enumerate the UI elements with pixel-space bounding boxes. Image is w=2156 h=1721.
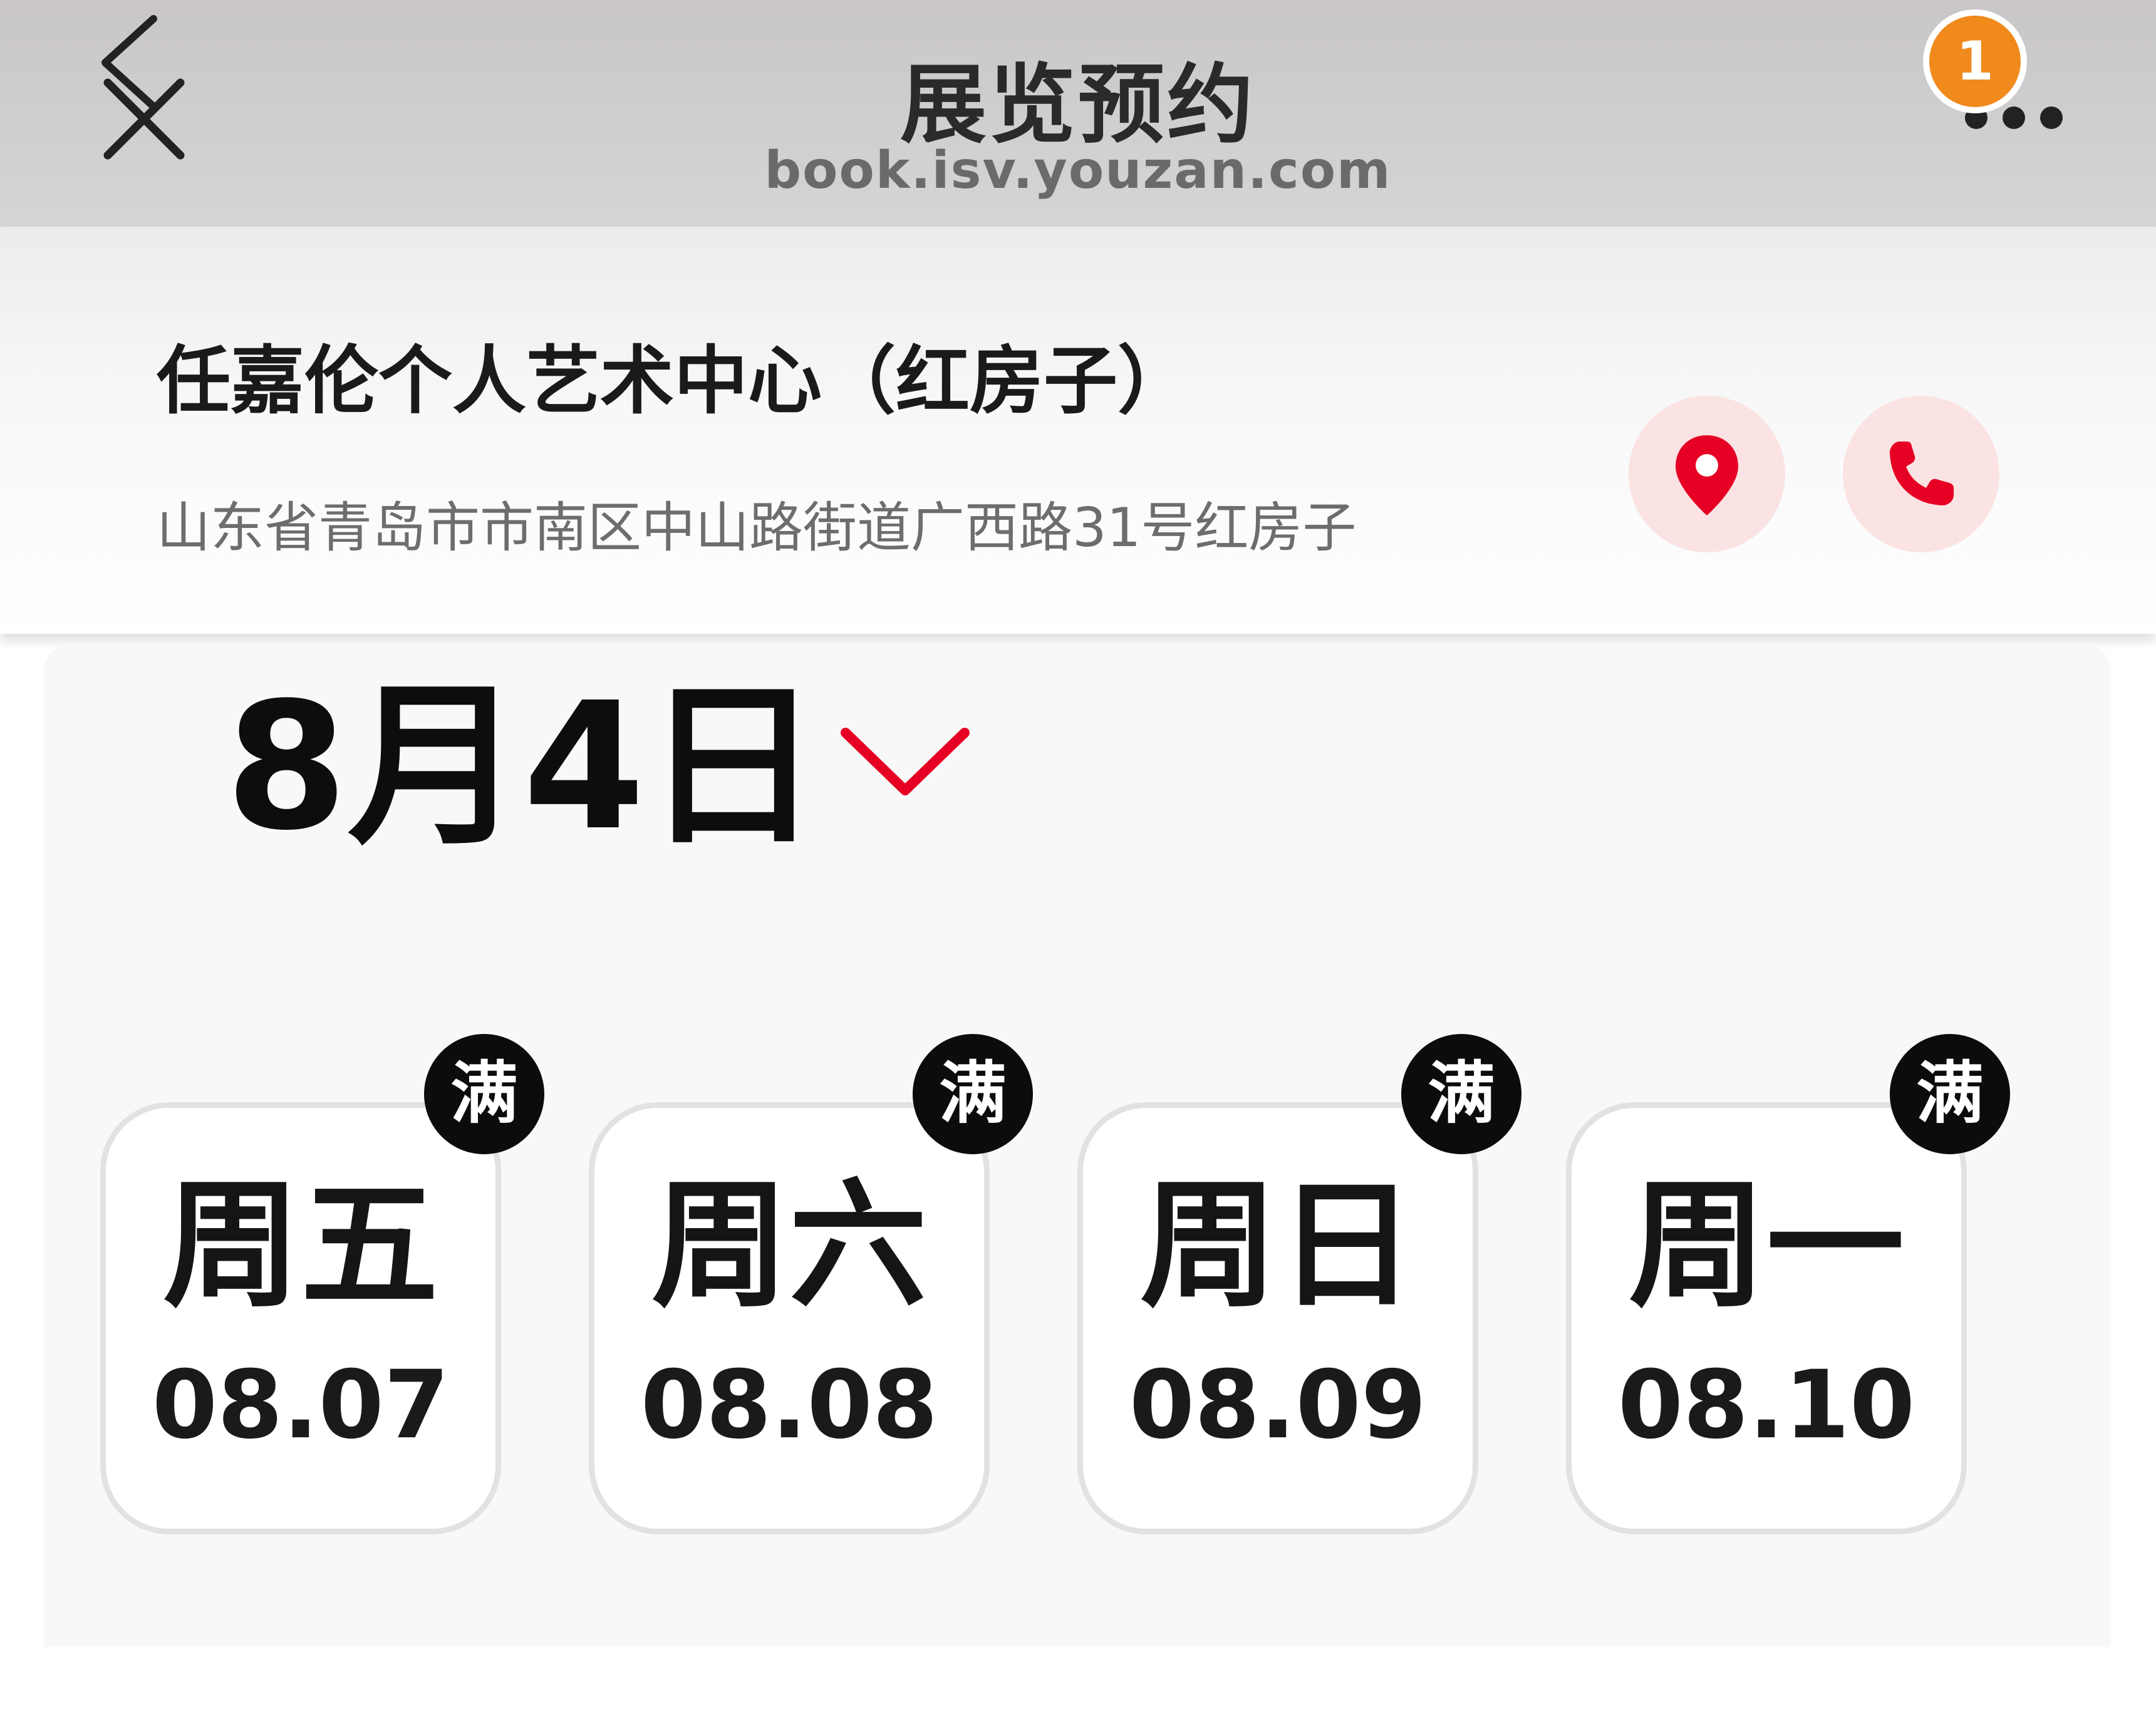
selected-date[interactable]: 8月4日: [225, 680, 821, 855]
location-pin-icon: [1676, 435, 1738, 515]
venue-address: 山东省青岛市市南区中山路街道广西路31号红房子: [157, 497, 1357, 559]
venue-card: 任嘉伦个人艺术中心（红房子） 山东省青岛市市南区中山路街道广西路31号红房子: [0, 227, 2156, 634]
full-badge: 满: [1401, 1034, 1521, 1154]
day-card[interactable]: 周五 08.07 满: [100, 1034, 544, 1534]
day-weekday: 周六: [651, 1165, 927, 1326]
phone-icon: [1890, 442, 1954, 505]
notification-badge[interactable]: 1: [1923, 9, 2027, 113]
location-button[interactable]: [1629, 396, 1785, 552]
day-date: 08.09: [1129, 1351, 1427, 1460]
day-date: 08.10: [1617, 1351, 1915, 1460]
day-weekday: 周日: [1139, 1165, 1416, 1326]
full-badge: 满: [424, 1034, 544, 1154]
venue-name: 任嘉伦个人艺术中心（红房子）: [157, 338, 1192, 424]
phone-button[interactable]: [1843, 396, 1999, 552]
page-url: book.isv.youzan.com: [764, 141, 1392, 200]
day-weekday: 周一: [1628, 1165, 1904, 1326]
day-date: 08.07: [152, 1351, 450, 1460]
day-date: 08.08: [640, 1351, 938, 1460]
day-weekday: 周五: [162, 1165, 438, 1326]
full-badge: 满: [1890, 1034, 2010, 1154]
full-badge: 满: [913, 1034, 1033, 1154]
day-card[interactable]: 周日 08.09 满: [1077, 1034, 1521, 1534]
chevron-down-icon[interactable]: [836, 720, 974, 802]
day-card[interactable]: 周六 08.08 满: [589, 1034, 1033, 1534]
day-card[interactable]: 周一 08.10 满: [1566, 1034, 2010, 1534]
navigation-bar: 展览预约 book.isv.youzan.com 1: [0, 0, 2156, 227]
